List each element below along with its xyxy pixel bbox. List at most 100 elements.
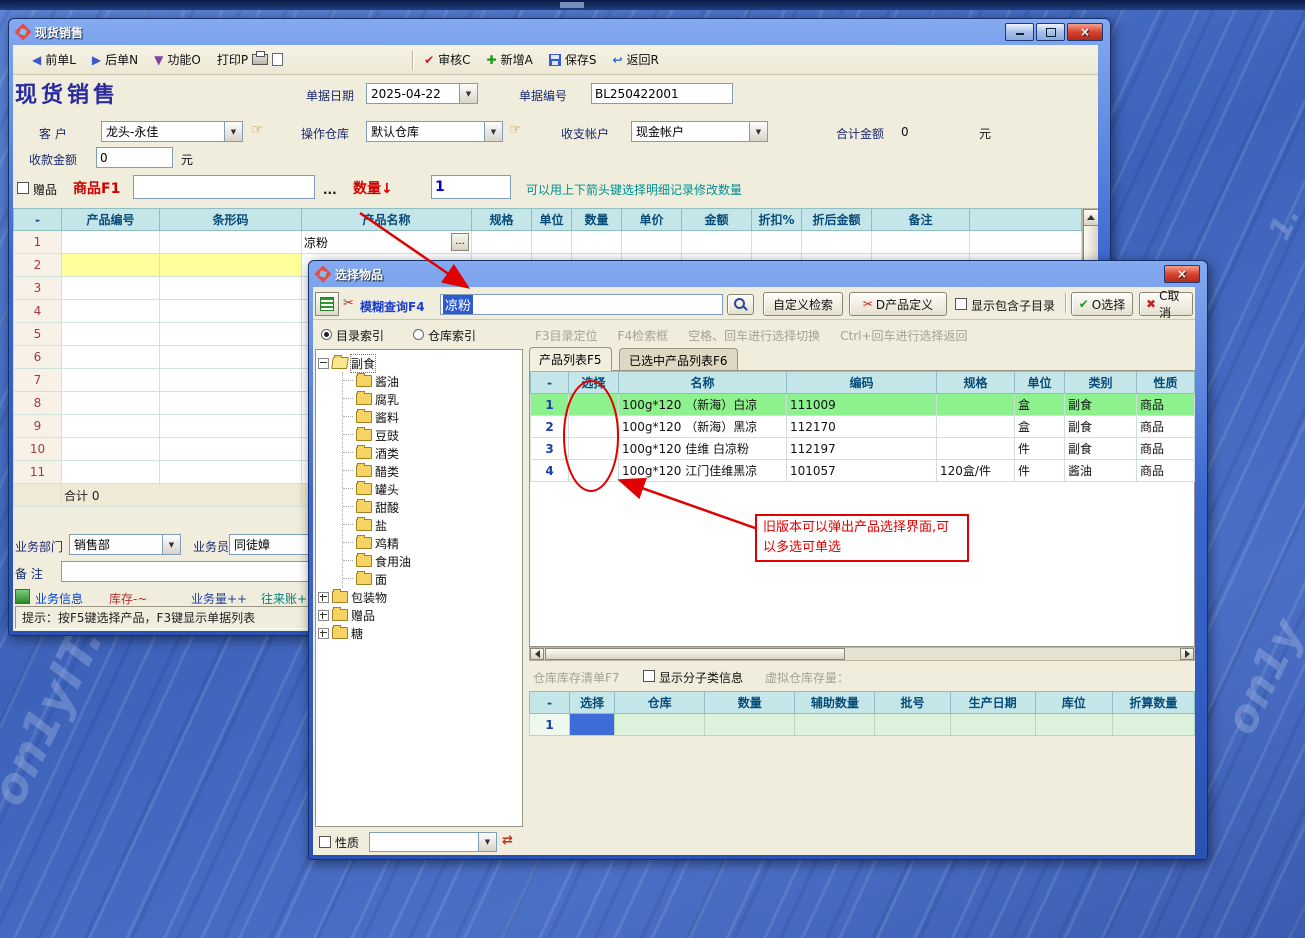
tab-product-list[interactable]: 产品列表F5 [529,347,612,371]
prev-doc-button[interactable]: ◀前单L [27,49,81,70]
tree-item[interactable]: 酒类 [343,444,520,462]
account-current-link[interactable]: 往来账+ [261,590,307,607]
tree-item[interactable]: 甜酸 [343,498,520,516]
tree-item[interactable]: 食用油 [343,552,520,570]
account-select[interactable]: 现金帐户▼ [631,121,768,142]
scroll-up-button[interactable] [1083,209,1098,226]
select-cell[interactable] [569,438,619,460]
scrollbar-thumb[interactable] [545,648,845,660]
expand-icon[interactable] [318,592,329,603]
product-row[interactable]: 4100g*120 江门佳维黑凉101057120盒/件件酱油商品 [531,460,1195,482]
grid-total-label[interactable]: 合计 0 [62,484,302,507]
tab-selected-products[interactable]: 已选中产品列表F6 [619,348,738,371]
keyboard-hints: F3目录定位F4检索框空格、回车进行选择切换Ctrl+回车进行选择返回 [535,327,968,344]
show-subclass-checkbox[interactable] [643,670,655,682]
product-row[interactable]: 3100g*120 佳维 白凉粉112197件副食商品 [531,438,1195,460]
scroll-left-button[interactable] [530,648,544,660]
catalog-index-radio[interactable] [321,329,332,340]
doc-date-select[interactable]: 2025-04-22▼ [366,83,478,104]
tree-item[interactable]: 酱料 [343,408,520,426]
fuzzy-search-input[interactable]: 凉粉 [440,294,723,315]
customer-lookup-hand-icon[interactable]: ☞ [251,122,264,138]
dialog-icon [316,267,330,281]
gift-checkbox[interactable] [17,182,29,194]
expand-icon[interactable] [318,610,329,621]
received-amount-input[interactable] [96,147,173,168]
tree-item[interactable]: 酱油 [343,372,520,390]
chevron-down-icon[interactable]: ▼ [484,122,502,141]
search-button[interactable] [727,294,754,315]
product-define-button[interactable]: ✂D产品定义 [849,292,947,316]
tree-item[interactable]: 醋类 [343,462,520,480]
select-cell[interactable] [569,416,619,438]
stock-link[interactable]: 库存-~ [109,590,147,607]
chevron-down-icon[interactable]: ▼ [224,122,242,141]
scroll-right-button[interactable] [1180,648,1194,660]
tree-item[interactable]: 包装物 [318,588,520,606]
tree-item[interactable]: 腐乳 [343,390,520,408]
dialog-titlebar[interactable]: 选择物品 × [313,261,1203,287]
expand-icon[interactable] [318,628,329,639]
print-button[interactable]: 打印P [212,49,288,70]
tree-item[interactable]: 面 [343,570,520,588]
dept-select[interactable]: 销售部▼ [69,534,181,555]
maximize-button[interactable] [1036,23,1065,41]
customer-select[interactable]: 龙头-永佳▼ [101,121,243,142]
close-button[interactable]: × [1067,23,1103,41]
product-ellipsis-button[interactable]: ... [323,183,337,197]
product-f1-label: 商品F1 [73,178,120,198]
select-cell[interactable] [569,394,619,416]
doc-no-input[interactable] [591,83,733,104]
product-row[interactable]: 2100g*120 （新海）黑凉112170盒副食商品 [531,416,1195,438]
business-volume-link[interactable]: 业务量++ [191,590,247,607]
return-icon: ↩ [612,54,622,66]
list-mode-button[interactable] [315,292,339,316]
nature-checkbox[interactable] [319,836,331,848]
stock-row[interactable]: 1 [530,714,1195,736]
chevron-down-icon[interactable]: ▼ [478,833,496,851]
show-subdir-checkbox[interactable] [955,298,967,310]
dept-label: 业务部门 [15,538,63,555]
add-new-button[interactable]: ✚新增A [482,49,538,70]
product-row[interactable]: 1100g*120 （新海）白凉111009盒副食商品 [531,394,1195,416]
tree-item[interactable]: 罐头 [343,480,520,498]
nature-select[interactable]: ▼ [369,832,497,852]
dialog-close-button[interactable]: × [1164,265,1200,283]
save-button[interactable]: 保存S [544,49,602,70]
folder-icon [356,501,372,513]
select-cell[interactable] [570,714,615,736]
functions-button[interactable]: ▼功能O [149,49,206,70]
chevron-down-icon[interactable]: ▼ [749,122,767,141]
business-info-link[interactable]: 业务信息 [35,590,83,607]
return-button[interactable]: ↩返回R [607,49,663,70]
minimize-button[interactable] [1005,23,1034,41]
chevron-down-icon[interactable]: ▼ [459,84,477,103]
cancel-button[interactable]: ✖C取消 [1139,292,1193,316]
tree-item[interactable]: 豆豉 [343,426,520,444]
warehouse-index-radio[interactable] [413,329,424,340]
open-folder-icon [331,357,349,369]
warehouse-select[interactable]: 默认仓库▼ [366,121,503,142]
tree-item-root[interactable]: 副食 [318,354,520,372]
next-doc-button[interactable]: ▶后单N [87,49,143,70]
product-horizontal-scrollbar[interactable] [529,647,1195,661]
chevron-down-icon[interactable]: ▼ [162,535,180,554]
quantity-input[interactable] [431,175,511,199]
select-confirm-button[interactable]: ✔O选择 [1071,292,1133,316]
select-cell[interactable] [569,460,619,482]
product-lookup-button[interactable]: ... [451,233,469,251]
grid-row[interactable]: 1 凉粉... [14,231,1082,254]
product-search-input[interactable] [133,175,315,199]
tree-item[interactable]: 糖 [318,624,520,642]
warehouse-lookup-hand-icon[interactable]: ☞ [509,122,522,138]
main-titlebar[interactable]: 现货销售 × [13,19,1106,45]
swap-icon[interactable]: ⇄ [502,833,513,848]
customer-label: 客 户 [39,125,67,142]
collapse-icon[interactable] [318,358,329,369]
tree-item[interactable]: 鸡精 [343,534,520,552]
custom-search-button[interactable]: 自定义检索 [763,292,843,316]
save-disk-icon [549,54,561,66]
tree-item[interactable]: 赠品 [318,606,520,624]
tree-item[interactable]: 盐 [343,516,520,534]
audit-button[interactable]: ✔审核C [419,49,475,70]
